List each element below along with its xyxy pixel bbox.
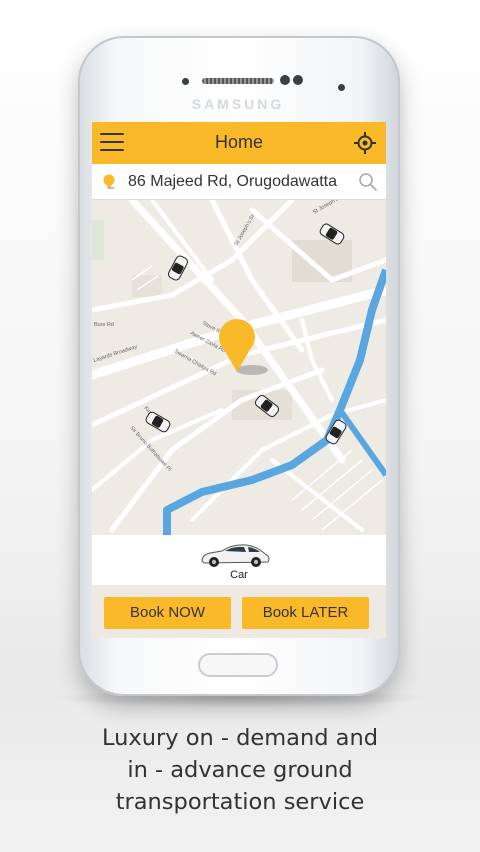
tagline-line: transportation service [115, 789, 365, 815]
page-title: Home [214, 132, 263, 152]
book-later-button[interactable]: Book LATER [242, 597, 369, 629]
front-camera-icon [280, 75, 290, 85]
crosshair-locate-icon[interactable] [354, 132, 376, 154]
tagline-line: in - advance ground [127, 757, 353, 783]
car-icon [201, 544, 270, 567]
booking-buttons: Book NOW Book LATER [92, 585, 386, 638]
address-text: 86 Majeed Rd, Orugodawatta [128, 173, 338, 190]
marketing-tagline: Luxury on - demand and in - advance grou… [20, 722, 460, 818]
address-search-bar[interactable]: 86 Majeed Rd, Orugodawatta [92, 164, 386, 200]
light-sensor-dot [338, 84, 345, 91]
map-pin-icon [103, 174, 115, 190]
street-label: Burs Rd [94, 322, 114, 328]
map-view[interactable]: St Joseph's Pl St Joseph's St Steve Rd A… [92, 200, 386, 535]
book-now-button[interactable]: Book NOW [104, 597, 231, 629]
sensor-dot [182, 78, 189, 85]
vehicle-selector[interactable]: Car [92, 535, 386, 585]
earpiece-speaker [202, 78, 274, 84]
device-brand-logo: SAMSUNG [191, 96, 285, 112]
device-home-button[interactable] [198, 653, 278, 677]
tagline-line: Luxury on - demand and [102, 725, 378, 751]
sensor-dot [293, 75, 303, 85]
app-bar: Home [92, 122, 386, 164]
hamburger-menu-icon[interactable] [100, 133, 124, 153]
app-screen: Home 86 Majeed Rd, Orugodawatta St Josep… [92, 122, 386, 638]
vehicle-label: Car [230, 569, 248, 581]
search-icon[interactable] [358, 172, 378, 192]
